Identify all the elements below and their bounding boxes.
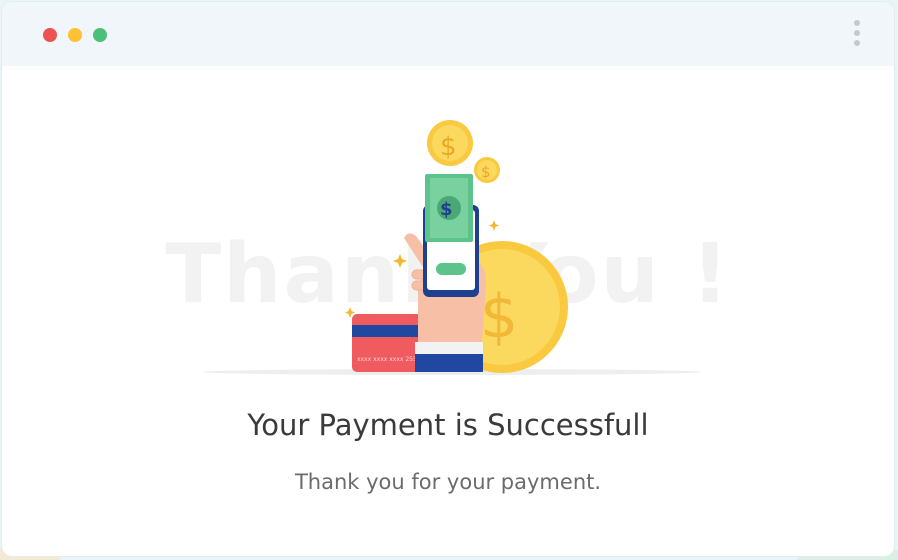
- banknote-icon: $: [425, 174, 473, 242]
- svg-text:$: $: [440, 199, 453, 220]
- success-card: Thank You ! $ xxxx xxxx xxxx 2552 $ $ $ …: [2, 2, 894, 556]
- sleeve: [415, 342, 483, 372]
- payment-success-title: Your Payment is Successfull: [247, 408, 649, 442]
- small-coin-icon: $: [474, 157, 500, 183]
- svg-text:$: $: [481, 163, 491, 181]
- card-number: xxxx xxxx xxxx 2552: [357, 356, 421, 363]
- payment-success-subtitle: Thank you for your payment.: [294, 470, 602, 494]
- coin-icon: $: [427, 120, 473, 166]
- svg-text:$: $: [480, 282, 518, 352]
- svg-text:$: $: [440, 132, 457, 162]
